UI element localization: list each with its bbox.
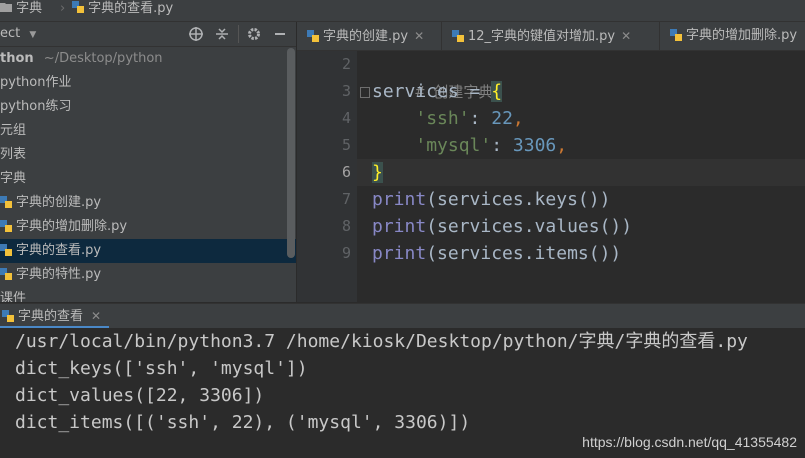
code-line-3: services = { <box>372 81 503 102</box>
gear-icon[interactable] <box>246 26 262 46</box>
line-number: 7 <box>341 190 351 208</box>
python-file-icon <box>2 310 14 322</box>
tree-item-file[interactable]: 字典的特性.py <box>0 263 296 287</box>
run-tab[interactable]: 字典的查看 ✕ <box>0 304 110 328</box>
python-file-icon <box>307 30 319 42</box>
tree-root[interactable]: thon ~/Desktop/python <box>0 47 296 71</box>
close-icon[interactable]: ✕ <box>414 29 424 43</box>
run-panel-header: 字典的查看 ✕ <box>0 303 805 329</box>
editor-tabbar: 字典的创建.py ✕ 12_字典的键值对增加.py ✕ 字典的增加删除.py <box>297 22 805 51</box>
tree-item-folder[interactable]: python练习 <box>0 95 296 119</box>
python-file-icon <box>0 220 12 232</box>
line-number-current: 6 <box>341 163 351 181</box>
project-view-selector[interactable]: ect ▼ <box>0 22 36 47</box>
line-number: 9 <box>341 244 351 262</box>
code-line-9: print(services.items()) <box>372 243 622 264</box>
line-number: 3 <box>341 82 351 100</box>
code-line-5: 'mysql': 3306, <box>415 135 568 156</box>
watermark: https://blog.csdn.net/qq_41355482 <box>582 434 797 450</box>
breadcrumb: 字典 › 字典的查看.py <box>0 0 805 22</box>
console-line: dict_keys(['ssh', 'mysql']) <box>15 358 308 379</box>
target-icon[interactable] <box>188 26 204 46</box>
tree-item-folder[interactable]: python作业 <box>0 71 296 95</box>
python-file-icon <box>0 268 12 280</box>
project-scrollbar[interactable] <box>287 48 295 258</box>
project-panel: ect ▼ thon ~/Desktop/python python作业 pyt… <box>0 22 296 302</box>
tree-item-folder[interactable]: 课件 <box>0 287 296 302</box>
code-line-7: print(services.keys()) <box>372 189 611 210</box>
line-number: 4 <box>341 109 351 127</box>
code-line-6: } <box>372 162 383 183</box>
tree-item-folder[interactable]: 列表 <box>0 143 296 167</box>
python-file-icon <box>0 196 12 208</box>
tab-dict-create[interactable]: 字典的创建.py ✕ <box>297 22 442 50</box>
breadcrumb-separator: › <box>60 1 66 16</box>
hide-icon[interactable] <box>272 26 288 46</box>
toolbar-divider <box>238 25 239 43</box>
project-toolbar: ect ▼ <box>0 22 296 47</box>
console-line: dict_items([('ssh', 22), ('mysql', 3306)… <box>15 412 471 433</box>
fold-icon[interactable] <box>360 87 370 98</box>
tab-dict-add-delete[interactable]: 字典的增加删除.py <box>660 22 805 50</box>
tree-item-folder[interactable]: 元组 <box>0 119 296 143</box>
line-number: 5 <box>341 136 351 154</box>
code-editor[interactable]: 2 3 4 5 6 7 8 9 # 创建字典 services = { 'ssh… <box>297 51 805 302</box>
line-number: 8 <box>341 217 351 235</box>
line-number: 2 <box>341 55 351 73</box>
python-file-icon <box>72 1 84 13</box>
tree-item-file[interactable]: 字典的增加删除.py <box>0 215 296 239</box>
breadcrumb-folder[interactable]: 字典 <box>0 0 42 21</box>
code-line-4: 'ssh': 22, <box>415 108 524 129</box>
breadcrumb-file[interactable]: 字典的查看.py <box>72 0 173 21</box>
close-icon[interactable]: ✕ <box>91 309 101 323</box>
tree-item-file[interactable]: 字典的创建.py <box>0 191 296 215</box>
current-line-highlight <box>357 159 805 186</box>
python-file-icon <box>670 29 682 41</box>
code-line-2: # 创建字典 <box>415 83 494 101</box>
line-gutter: 2 3 4 5 6 7 8 9 <box>297 51 370 302</box>
close-icon[interactable]: ✕ <box>621 29 631 43</box>
console-line: /usr/local/bin/python3.7 /home/kiosk/Des… <box>15 331 748 352</box>
tree-item-folder[interactable]: 字典 <box>0 167 296 191</box>
console-line: dict_values([22, 3306]) <box>15 385 265 406</box>
folder-icon <box>0 3 12 12</box>
code-line-8: print(services.values()) <box>372 216 633 237</box>
collapse-icon[interactable] <box>214 26 230 46</box>
python-file-icon <box>452 30 464 42</box>
tree-item-file-selected[interactable]: 字典的查看.py <box>0 239 296 263</box>
python-file-icon <box>0 244 12 256</box>
dropdown-icon: ▼ <box>29 30 37 40</box>
tab-dict-kv-add[interactable]: 12_字典的键值对增加.py ✕ <box>442 22 660 50</box>
